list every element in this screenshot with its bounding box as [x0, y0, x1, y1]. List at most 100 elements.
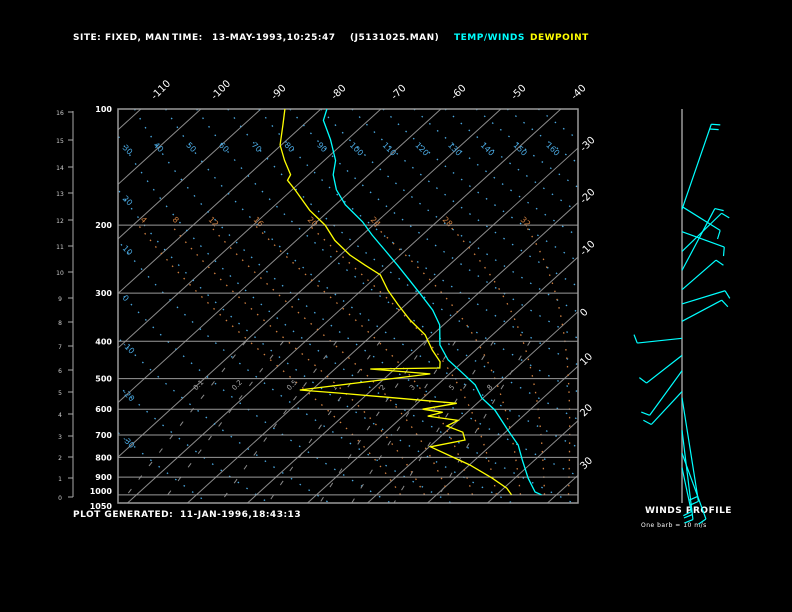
top-temp-label: -40	[569, 83, 588, 102]
dry-adiabat-line	[289, 109, 578, 340]
dry-adiabat-label: 20	[121, 194, 135, 208]
dry-adiabat-line	[351, 109, 578, 288]
top-temp-label: -60	[449, 83, 468, 102]
isotherm-line	[187, 147, 578, 503]
pressure-label: 300	[95, 289, 112, 298]
isotherm-line	[427, 365, 578, 503]
dry-adiabat-line	[506, 109, 578, 164]
pressure-label: 1050	[90, 502, 113, 511]
wind-barb-shaft	[681, 299, 723, 322]
height-km-label: 11	[56, 244, 64, 251]
dry-adiabat-label: 130	[446, 141, 463, 158]
isotherm-line	[367, 310, 578, 503]
isotherm-line	[118, 109, 142, 131]
wind-barb-flag	[716, 230, 721, 240]
right-temp-label: -30	[578, 135, 597, 154]
wind-barb-flag	[698, 518, 707, 525]
dry-adiabat-line	[444, 109, 578, 213]
plot-frame	[117, 108, 579, 504]
wind-barb-shaft	[681, 259, 717, 291]
wind-barb-flag	[715, 259, 724, 266]
dry-adiabat-line	[537, 109, 578, 141]
dry-adiabat-label: 70	[250, 141, 264, 155]
dry-adiabat-label: 50	[184, 141, 198, 155]
wind-barb-flag	[721, 299, 729, 308]
wind-barb-flag	[711, 123, 721, 126]
moist-adiabat-label: 32	[519, 215, 533, 229]
wind-barb-flag	[643, 419, 652, 426]
wind-barb-shaft	[681, 208, 716, 271]
dry-adiabat-label: 110	[381, 141, 398, 158]
dry-adiabat-label: 160	[544, 141, 561, 158]
moist-adiabat-label: 8	[171, 215, 181, 225]
dry-adiabat-line	[118, 431, 209, 503]
height-km-label: 7	[58, 344, 62, 351]
pressure-label: 900	[95, 473, 112, 482]
wind-barb-flag	[722, 247, 725, 257]
wind-barb-shaft	[650, 391, 683, 425]
isotherm-line	[487, 420, 578, 503]
dry-adiabat-line	[118, 239, 452, 503]
isotherm-line	[118, 109, 322, 295]
height-km-label: 3	[58, 434, 62, 441]
height-km-label: 8	[58, 320, 62, 327]
pressure-label: 200	[95, 221, 112, 230]
dry-adiabat-line	[196, 109, 578, 421]
isotherm-line	[118, 109, 202, 186]
pressure-label: 400	[95, 337, 112, 346]
wind-barb-flag	[724, 290, 731, 299]
top-temp-label: -100	[209, 78, 233, 102]
height-km-label: 0	[58, 495, 62, 502]
moist-adiabat-line	[448, 224, 546, 495]
pressure-label: 500	[95, 375, 112, 384]
skew-t-chart: 0.1 0.2 0.5 1 2 3 5 8-30-20-100102030 40 50 60 70 80…	[0, 78, 792, 525]
mixing-ratio-label: 3	[408, 383, 417, 392]
mixing-ratio-label: 5	[448, 383, 457, 392]
wind-barb-flag	[633, 334, 638, 344]
isotherm-line	[307, 256, 578, 503]
height-km-label: 6	[58, 368, 62, 375]
right-temp-label: 30	[578, 455, 595, 472]
moist-adiabat-label: 24	[369, 215, 383, 229]
dry-adiabat-label: 120	[413, 141, 430, 158]
mixing-ratio-line	[267, 341, 381, 503]
moist-adiabat-label: 12	[207, 215, 221, 229]
top-temp-label: -80	[329, 83, 348, 102]
plot-area: 0.1 0.2 0.5 1 2 3 5 8-30-20-100102030 40 50 60 70 80…	[0, 109, 792, 503]
wind-barb-shaft	[637, 337, 683, 344]
dry-adiabat-label: 140	[479, 141, 496, 158]
right-temp-label: 0	[578, 307, 590, 319]
height-km-label: 16	[56, 110, 64, 117]
moist-adiabat-line	[254, 224, 474, 496]
dry-adiabat-label: 0	[121, 293, 131, 303]
height-km-label: 12	[56, 218, 64, 225]
isotherm-line	[0, 109, 81, 503]
mixing-ratio-label: 0.1	[192, 379, 206, 393]
pressure-label: 100	[95, 105, 112, 114]
pressure-label: 700	[95, 431, 112, 440]
height-km-label: 5	[58, 390, 62, 397]
isotherm-line	[0, 109, 21, 503]
isotherm-line	[608, 109, 792, 503]
wind-barb-shaft	[681, 124, 712, 210]
wind-barb-flag	[641, 411, 650, 416]
top-temp-label: -90	[269, 83, 288, 102]
isotherm-line	[247, 201, 578, 503]
mixing-ratio-line	[120, 340, 247, 503]
wind-barb-flag	[709, 128, 719, 131]
mixing-ratio-label: 8	[486, 383, 495, 392]
dry-adiabat-label: -20	[121, 388, 137, 404]
dry-adiabat-line	[118, 134, 574, 503]
mixing-ratio-label: 0.2	[230, 379, 244, 393]
top-temp-label: -50	[509, 83, 528, 102]
top-temp-label: -70	[389, 83, 408, 102]
wind-barb-flag	[721, 212, 730, 219]
right-temp-label: 10	[578, 351, 595, 368]
isotherm-line	[127, 109, 562, 503]
height-km-label: 9	[58, 296, 62, 303]
pressure-label: 1000	[90, 487, 113, 496]
height-km-label: 13	[56, 191, 64, 198]
right-temp-label: -20	[578, 187, 597, 206]
right-temp-label: 20	[578, 402, 595, 419]
pressure-label: 800	[95, 453, 112, 462]
